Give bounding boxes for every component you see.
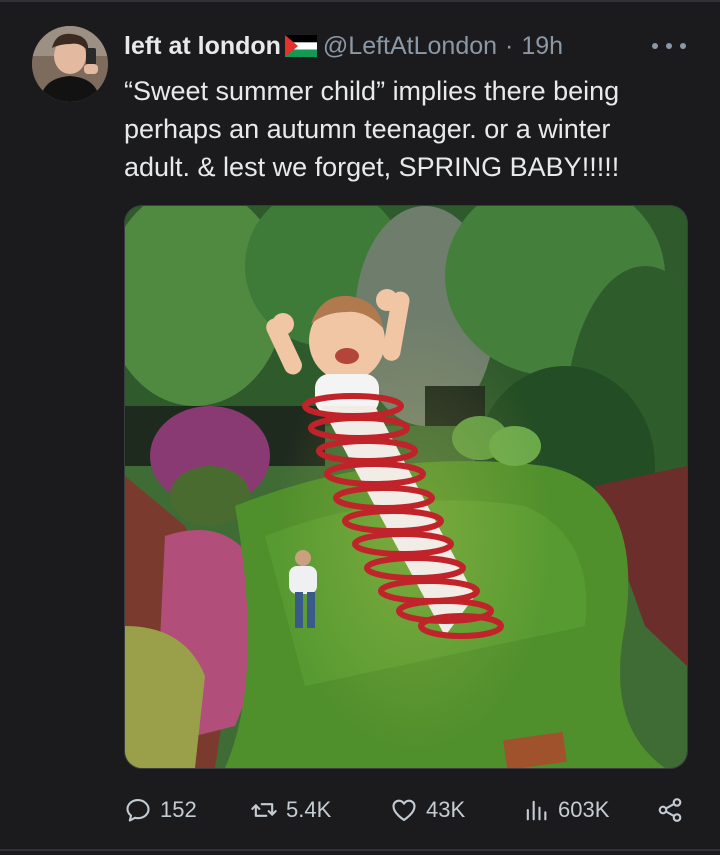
more-horizontal-icon[interactable] [652,34,686,58]
user-handle[interactable]: @LeftAtLondon [323,32,497,61]
reply-count: 152 [160,797,197,822]
heart-icon [392,799,416,821]
post-time[interactable]: 19h [521,32,563,61]
action-bar: 152 5.4K 43K 603K [124,790,690,830]
tweet-text: “Sweet summer child” implies there being… [124,76,620,182]
reply-bubble-icon [126,799,150,822]
media-image [125,206,687,768]
palestine-flag-icon [284,35,317,57]
repost-button[interactable]: 5.4K [250,790,331,830]
separator-dot: · [505,31,514,60]
bar-chart-icon [526,800,547,821]
view-count: 603K [558,797,610,822]
share-button[interactable] [656,790,684,830]
repost-arrows-icon [251,803,277,817]
top-divider [0,0,720,2]
bottom-divider [0,849,720,851]
tweet-media[interactable] [124,205,688,769]
like-button[interactable]: 43K [390,790,465,830]
share-icon [658,798,682,822]
reply-button[interactable]: 152 [124,790,197,830]
avatar[interactable] [32,26,108,102]
views-button[interactable]: 603K [522,790,609,830]
like-count: 43K [426,797,466,822]
avatar-image [32,26,108,102]
tweet-header: left at london @LeftAtLondon · 19h [124,30,563,62]
display-name[interactable]: left at london [124,32,281,61]
repost-count: 5.4K [286,797,332,822]
